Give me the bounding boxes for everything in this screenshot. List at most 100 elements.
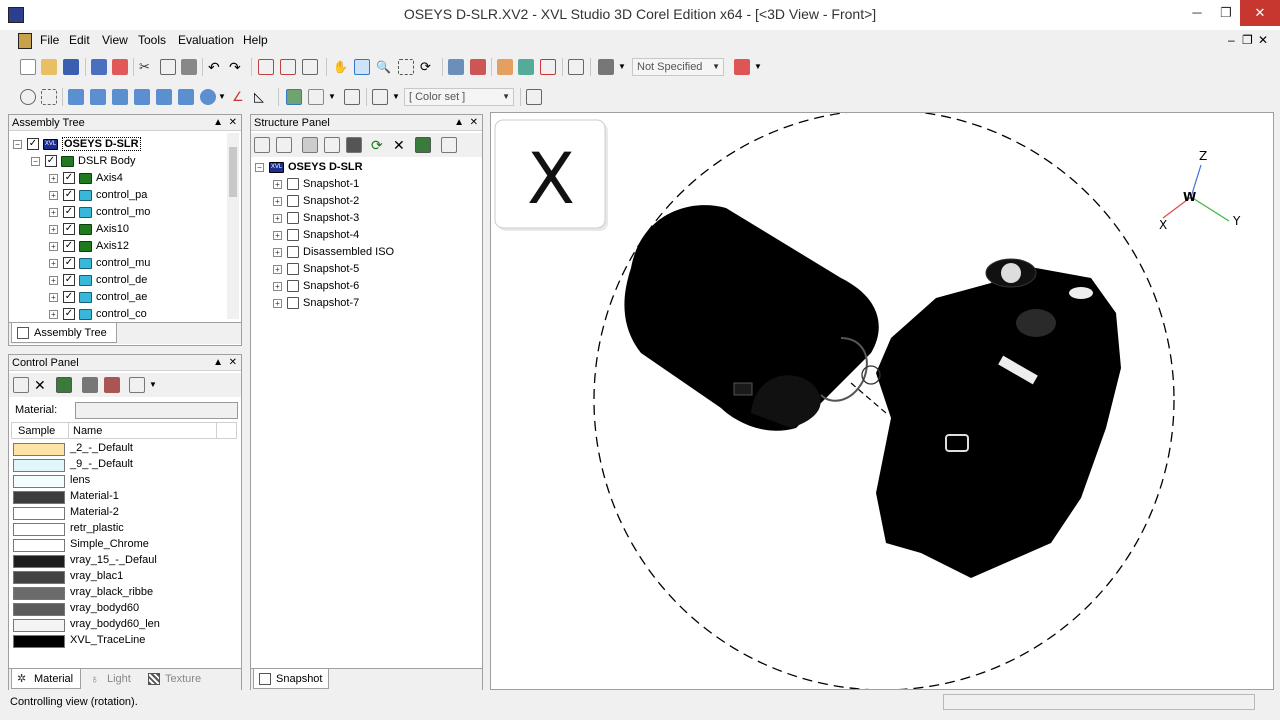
tree-item[interactable]: + ✓ control_ae <box>49 289 147 306</box>
tab-material[interactable]: ✲ Material <box>11 669 81 689</box>
menu-help[interactable]: Help <box>243 33 268 47</box>
list-view-icon[interactable] <box>129 377 145 393</box>
chevron-down-icon[interactable]: ▼ <box>392 89 400 105</box>
material-row[interactable]: retr_plastic <box>11 521 237 537</box>
snapshot-item[interactable]: + Snapshot-1 <box>273 176 359 193</box>
open-folder-icon[interactable] <box>41 59 57 75</box>
assembly-tree-scrollbar[interactable] <box>227 133 239 319</box>
eye-icon[interactable] <box>20 89 36 105</box>
view-cube[interactable]: X <box>494 119 608 231</box>
zoom-icon[interactable]: 🔍 <box>376 59 392 75</box>
material-row[interactable]: Simple_Chrome <box>11 537 237 553</box>
snapshot-item[interactable]: + Snapshot-7 <box>273 295 359 312</box>
tree-item[interactable]: + ✓ control_co <box>49 306 147 323</box>
expand-icon[interactable]: + <box>273 179 282 189</box>
material-row[interactable]: lens <box>11 473 237 489</box>
chevron-down-icon[interactable]: ▼ <box>218 89 226 105</box>
structure-root[interactable]: − XVL OSEYS D-SLR <box>255 159 363 176</box>
3d-viewport[interactable]: X Z W X Y <box>490 112 1274 690</box>
checkbox[interactable]: ✓ <box>63 308 75 321</box>
material-row[interactable]: vray_bodyd60 <box>11 601 237 617</box>
tree-item[interactable]: + ✓ control_mo <box>49 204 150 221</box>
scrollbar-thumb[interactable] <box>229 147 237 197</box>
edge-display-icon[interactable] <box>344 89 360 105</box>
expand-icon[interactable]: + <box>273 247 282 257</box>
view-right-icon[interactable] <box>178 89 194 105</box>
perspective-icon[interactable]: ∠ <box>232 89 248 105</box>
material-row[interactable]: Material-2 <box>11 505 237 521</box>
paint-bucket-icon[interactable] <box>598 59 614 75</box>
tree-item[interactable]: + ✓ Axis4 <box>49 170 123 187</box>
shaded-mode-icon[interactable] <box>286 89 302 105</box>
tree-root[interactable]: − ✓ XVL OSEYS D-SLR <box>13 136 141 153</box>
view-back-icon[interactable] <box>90 89 106 105</box>
pin-icon[interactable]: ▲ <box>213 115 223 131</box>
expand-icon[interactable]: + <box>49 275 58 285</box>
col-name[interactable]: Name <box>73 425 102 437</box>
color-set-combo[interactable]: [ Color set ] ▼ <box>404 88 514 106</box>
menu-view[interactable]: View <box>102 33 128 47</box>
view-top-icon[interactable] <box>112 89 128 105</box>
tab-texture[interactable]: Texture <box>143 669 209 689</box>
tree-body[interactable]: − ✓ DSLR Body <box>31 153 135 170</box>
tab-light[interactable]: ♁ Light <box>85 669 141 689</box>
export-icon[interactable] <box>112 59 128 75</box>
expand-icon[interactable]: + <box>273 264 282 274</box>
view-bottom-icon[interactable] <box>134 89 150 105</box>
expand-icon[interactable]: + <box>49 258 58 268</box>
chevron-down-icon[interactable]: ▼ <box>754 59 762 75</box>
material-row[interactable]: vray_bodyd60_len <box>11 617 237 633</box>
spin-icon[interactable]: ⟳ <box>420 59 436 75</box>
delete-icon[interactable]: ✕ <box>393 137 409 153</box>
collapse-icon[interactable]: − <box>13 139 22 149</box>
paint-bucket-icon[interactable] <box>82 377 98 393</box>
copy-view-icon[interactable] <box>568 59 584 75</box>
expand-icon[interactable]: + <box>273 281 282 291</box>
select-filter-combo[interactable]: Not Specified ▼ <box>632 58 724 76</box>
tree-item[interactable]: + ✓ control_de <box>49 272 147 289</box>
expand-icon[interactable]: + <box>273 213 282 223</box>
checkbox[interactable]: ✓ <box>63 291 75 304</box>
section-icon[interactable] <box>470 59 486 75</box>
collapse-icon[interactable]: − <box>255 162 264 172</box>
checkbox[interactable]: ✓ <box>63 223 75 236</box>
chevron-down-icon[interactable]: ▼ <box>328 89 336 105</box>
collapse-icon[interactable]: − <box>31 156 40 166</box>
zoom-window-icon[interactable] <box>280 59 296 75</box>
view-iso-icon[interactable] <box>200 89 216 105</box>
fit-view-icon[interactable] <box>258 59 274 75</box>
eraser-icon[interactable] <box>104 377 120 393</box>
check-icon[interactable] <box>56 377 72 393</box>
redo-icon[interactable]: ↷ <box>229 59 245 75</box>
material-row[interactable]: XVL_TraceLine <box>11 633 237 649</box>
presentation-icon[interactable] <box>526 89 542 105</box>
document-icon[interactable] <box>18 33 32 49</box>
material-row[interactable]: vray_blac1 <box>11 569 237 585</box>
snapshot-item[interactable]: + Snapshot-3 <box>273 210 359 227</box>
snapshot-item[interactable]: + Snapshot-2 <box>273 193 359 210</box>
wireframe-mode-icon[interactable] <box>308 89 324 105</box>
expand-icon[interactable]: + <box>49 207 58 217</box>
snapshot-item[interactable]: + Snapshot-6 <box>273 278 359 295</box>
chevron-down-icon[interactable]: ▼ <box>149 377 157 393</box>
tree-item[interactable]: + ✓ control_pa <box>49 187 147 204</box>
check-icon[interactable] <box>415 137 431 153</box>
camera-icon[interactable] <box>302 137 318 153</box>
rotate-view-icon[interactable] <box>354 59 370 75</box>
expand-icon[interactable]: + <box>273 230 282 240</box>
expand-icon[interactable]: + <box>49 309 58 319</box>
add-snapshot-icon[interactable] <box>254 137 270 153</box>
orthographic-icon[interactable]: ◺ <box>254 89 270 105</box>
col-sample[interactable]: Sample <box>18 425 55 437</box>
checkbox[interactable]: ✓ <box>63 274 75 287</box>
import-icon[interactable] <box>91 59 107 75</box>
refresh-icon[interactable]: ⟳ <box>371 137 387 153</box>
expand-icon[interactable]: + <box>49 241 58 251</box>
cut-icon[interactable]: ✂ <box>139 59 155 75</box>
box-select-icon[interactable] <box>398 59 414 75</box>
pin-icon[interactable]: ▲ <box>213 355 223 371</box>
folder-icon[interactable] <box>276 137 292 153</box>
checkbox[interactable]: ✓ <box>45 155 57 168</box>
pin-icon[interactable]: ▲ <box>454 115 464 131</box>
chevron-down-icon[interactable]: ▼ <box>618 59 626 75</box>
